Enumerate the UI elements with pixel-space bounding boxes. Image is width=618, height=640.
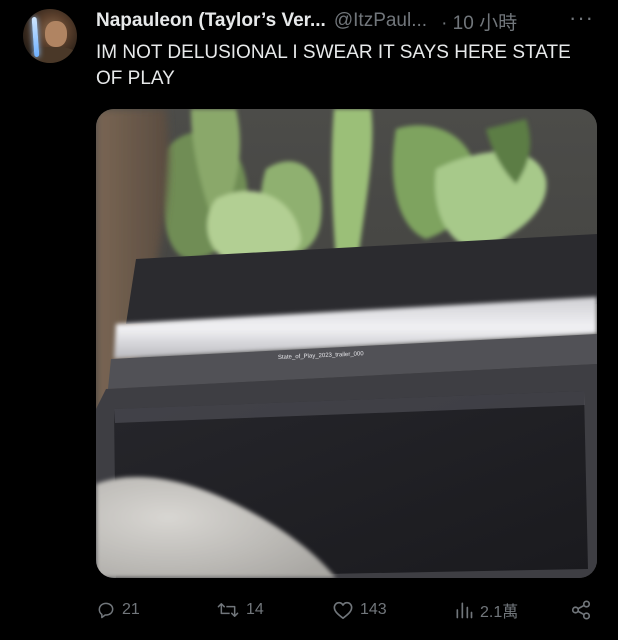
tweet-image[interactable]: State_of_Play_2023_trailer_000 xyxy=(96,109,597,578)
views-button[interactable]: 2.1萬 xyxy=(454,596,518,624)
views-icon xyxy=(456,602,473,619)
like-button[interactable]: 143 xyxy=(332,596,387,624)
display-name[interactable]: Napauleon (Taylor’s Ver... xyxy=(96,10,326,32)
retweet-count: 14 xyxy=(246,601,264,618)
tweet[interactable]: Napauleon (Taylor’s Ver... @ItzPaul... ·… xyxy=(0,0,618,640)
time-label: 10 小時 xyxy=(452,12,518,34)
time-separator: · xyxy=(441,12,448,34)
retweet-button[interactable]: 14 xyxy=(216,596,264,624)
reply-count: 21 xyxy=(122,601,140,618)
tweet-actions: 21 14 143 2.1萬 xyxy=(96,596,608,624)
user-handle[interactable]: @ItzPaul... xyxy=(334,10,427,32)
avatar[interactable] xyxy=(23,9,77,63)
photo-monitor-plant: State_of_Play_2023_trailer_000 xyxy=(96,109,597,578)
reply-icon xyxy=(98,602,114,619)
tweet-text: IM NOT DELUSIONAL I SWEAR IT SAYS HERE S… xyxy=(96,42,571,89)
more-icon[interactable]: ··· xyxy=(569,7,594,29)
tweet-header: Napauleon (Taylor’s Ver... @ItzPaul... ·… xyxy=(96,7,608,35)
share-button[interactable] xyxy=(570,596,592,624)
share-icon xyxy=(571,600,591,620)
views-count: 2.1萬 xyxy=(480,604,519,621)
avatar-face xyxy=(45,21,67,47)
timestamp[interactable]: · 10 小時 xyxy=(441,8,517,35)
reply-button[interactable]: 21 xyxy=(96,596,140,624)
retweet-icon xyxy=(217,603,239,617)
like-count: 143 xyxy=(360,601,387,618)
heart-icon xyxy=(333,601,353,619)
